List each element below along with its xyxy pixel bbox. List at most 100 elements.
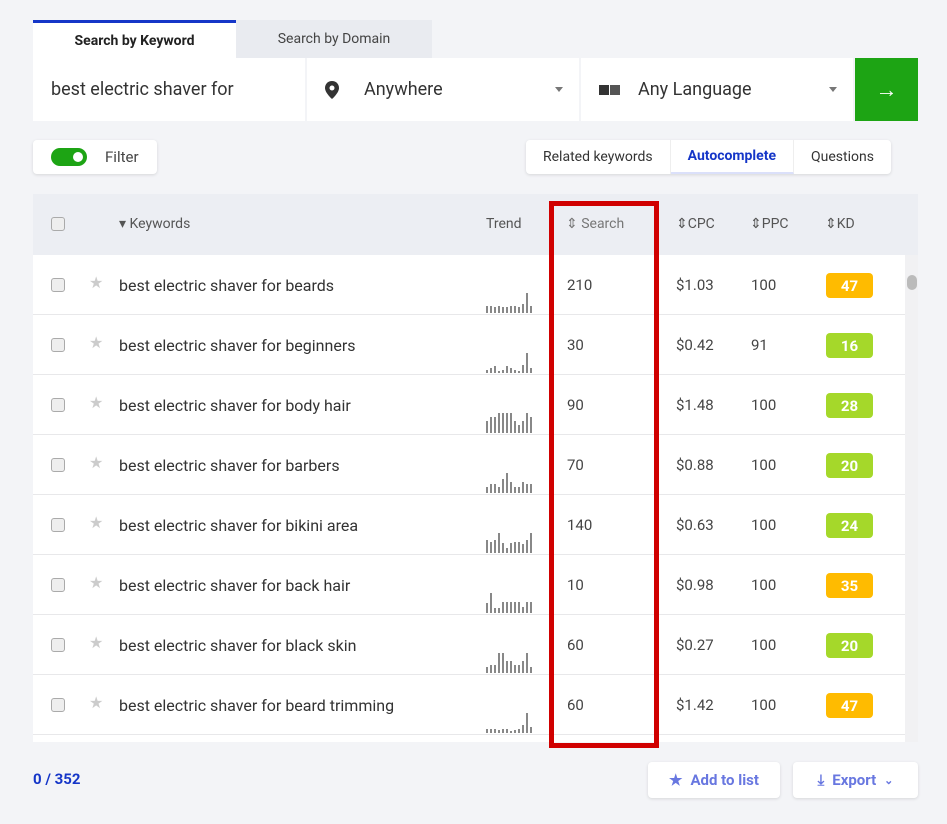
- tab-search-by-keyword[interactable]: Search by Keyword: [33, 20, 236, 58]
- select-all-checkbox[interactable]: [51, 217, 65, 231]
- tab-questions[interactable]: Questions: [794, 140, 891, 174]
- table-row: ★ best electric shaver for back hair 10 …: [33, 555, 905, 615]
- trend-bar: [486, 667, 488, 673]
- scrollbar-thumb[interactable]: [907, 275, 917, 290]
- trend-bar: [490, 593, 492, 613]
- trend-bar: [510, 482, 512, 493]
- star-icon[interactable]: ★: [89, 573, 103, 592]
- ppc-value: 91: [751, 336, 768, 354]
- scrollbar[interactable]: [905, 255, 918, 742]
- toggle-switch[interactable]: [51, 148, 87, 166]
- trend-bar: [486, 540, 488, 553]
- col-kd[interactable]: ⇕KD: [825, 216, 855, 232]
- cpc-value: $0.88: [676, 456, 714, 474]
- trend-bar: [514, 487, 516, 493]
- keyword-link[interactable]: best electric shaver for bikini area: [119, 516, 358, 535]
- language-select[interactable]: Any Language: [581, 58, 853, 121]
- table-row: ★ best electric shaver for black skin 60…: [33, 615, 905, 675]
- trend-bar: [510, 730, 512, 733]
- row-checkbox[interactable]: [51, 578, 65, 592]
- star-icon[interactable]: ★: [89, 513, 103, 532]
- row-checkbox[interactable]: [51, 338, 65, 352]
- trend-bar: [514, 306, 516, 313]
- row-checkbox[interactable]: [51, 638, 65, 652]
- trend-bar: [518, 542, 520, 553]
- row-checkbox[interactable]: [51, 398, 65, 412]
- search-column-highlight: [549, 201, 659, 748]
- star-icon[interactable]: ★: [89, 273, 103, 292]
- star-icon[interactable]: ★: [89, 393, 103, 412]
- trend-sparkline: [486, 345, 538, 373]
- search-go-button[interactable]: →: [855, 58, 918, 121]
- col-keywords[interactable]: ▾ Keywords: [119, 216, 190, 232]
- trend-sparkline: [486, 405, 538, 433]
- trend-bar: [514, 602, 516, 613]
- location-value: Anywhere: [364, 79, 443, 100]
- trend-bar: [506, 602, 508, 613]
- cpc-value: $1.03: [676, 276, 714, 294]
- trend-bar: [522, 544, 524, 553]
- trend-bar: [490, 417, 492, 433]
- row-checkbox[interactable]: [51, 278, 65, 292]
- selection-count: 0 / 352: [33, 770, 81, 788]
- keyword-link[interactable]: best electric shaver for beards: [119, 276, 334, 295]
- arrow-right-icon: →: [875, 77, 898, 103]
- trend-bar: [510, 543, 512, 553]
- trend-bar: [526, 653, 528, 673]
- table-row: ★ best electric shaver for beard trimmin…: [33, 675, 905, 735]
- star-icon[interactable]: ★: [89, 453, 103, 472]
- cpc-value: $0.27: [676, 636, 714, 654]
- trend-bar: [502, 413, 504, 433]
- location-select[interactable]: Anywhere: [307, 58, 579, 121]
- trend-bar: [518, 307, 520, 313]
- keyword-link[interactable]: best electric shaver for black skin: [119, 636, 356, 655]
- row-checkbox[interactable]: [51, 458, 65, 472]
- trend-bar: [494, 608, 496, 613]
- trend-bar: [530, 368, 532, 373]
- trend-bar: [518, 602, 520, 613]
- row-checkbox[interactable]: [51, 518, 65, 532]
- star-icon[interactable]: ★: [89, 333, 103, 352]
- star-icon[interactable]: ★: [89, 633, 103, 652]
- trend-bar: [502, 543, 504, 553]
- col-ppc[interactable]: ⇕PPC: [750, 216, 789, 232]
- kd-badge: 47: [826, 693, 873, 718]
- keyword-link[interactable]: best electric shaver for body hair: [119, 396, 351, 415]
- keyword-link[interactable]: best electric shaver for barbers: [119, 456, 340, 475]
- table-header: ▾ Keywords Trend ⇕ Search ⇕CPC ⇕PPC ⇕KD: [33, 194, 918, 255]
- trend-bar: [510, 602, 512, 613]
- keyword-link[interactable]: best electric shaver for beginners: [119, 336, 356, 355]
- export-button[interactable]: ⤓ Export ⌄: [793, 762, 918, 798]
- star-icon[interactable]: ★: [89, 693, 103, 712]
- trend-bar: [530, 667, 532, 673]
- keyword-link[interactable]: best electric shaver for back hair: [119, 576, 350, 595]
- kd-badge: 28: [826, 393, 873, 418]
- trend-bar: [506, 548, 508, 553]
- keyword-input[interactable]: best electric shaver for: [33, 58, 305, 121]
- translate-icon: [599, 84, 620, 95]
- trend-bar: [522, 725, 524, 733]
- row-checkbox[interactable]: [51, 698, 65, 712]
- tab-search-by-domain[interactable]: Search by Domain: [236, 20, 432, 58]
- trend-bar: [522, 482, 524, 493]
- trend-bar: [514, 730, 516, 733]
- kd-badge: 35: [826, 573, 873, 598]
- table-row: ★ best electric shaver for bikini area 1…: [33, 495, 905, 555]
- trend-bar: [530, 533, 532, 553]
- tab-related-keywords[interactable]: Related keywords: [526, 140, 671, 174]
- cpc-value: $0.42: [676, 336, 714, 354]
- col-cpc[interactable]: ⇕CPC: [676, 216, 715, 232]
- tab-autocomplete[interactable]: Autocomplete: [670, 140, 794, 174]
- trend-bar: [498, 306, 500, 313]
- trend-bar: [490, 665, 492, 673]
- trend-bar: [494, 729, 496, 733]
- filter-toggle[interactable]: Filter: [33, 140, 157, 174]
- trend-bar: [522, 304, 524, 313]
- trend-bar: [510, 368, 512, 373]
- trend-bar: [486, 487, 488, 493]
- trend-bar: [502, 729, 504, 733]
- trend-bar: [530, 727, 532, 733]
- add-to-list-button[interactable]: ★ Add to list: [648, 762, 780, 798]
- keyword-link[interactable]: best electric shaver for beard trimming: [119, 696, 394, 715]
- trend-bar: [506, 413, 508, 433]
